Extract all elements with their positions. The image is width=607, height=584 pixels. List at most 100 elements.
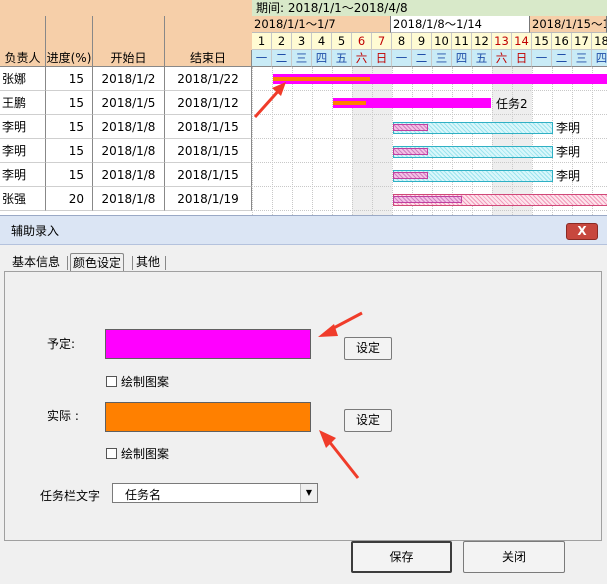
day-number: 17 bbox=[572, 33, 592, 50]
taskbar-text-label: 任务栏文字 bbox=[40, 489, 101, 503]
table-cell-owner[interactable]: 李明 bbox=[0, 139, 46, 163]
weekday: 三 bbox=[572, 50, 592, 67]
day-number: 16 bbox=[552, 33, 572, 50]
table-cell-owner[interactable]: 王鹏 bbox=[0, 91, 46, 115]
hdr-sep bbox=[164, 16, 165, 67]
tab-separator bbox=[165, 256, 166, 270]
col-progress: 进度(%) bbox=[46, 50, 93, 67]
actual-bar[interactable] bbox=[393, 148, 428, 155]
day-number: 7 bbox=[372, 33, 392, 50]
table-cell-progress[interactable]: 15 bbox=[46, 163, 93, 187]
header-corner bbox=[0, 0, 252, 16]
day-number: 13 bbox=[492, 33, 512, 50]
weekday: 三 bbox=[292, 50, 312, 67]
gantt-sheet: 期间: 2018/1/1～2018/4/8 2018/1/1～1/7 2018/… bbox=[0, 0, 607, 215]
table-cell-owner[interactable]: 李明 bbox=[0, 163, 46, 187]
weekday: 四 bbox=[592, 50, 607, 67]
bar-label: 李明 bbox=[556, 121, 581, 135]
table-cell-progress[interactable]: 15 bbox=[46, 91, 93, 115]
period-label: 期间: 2018/1/1～2018/4/8 bbox=[252, 0, 607, 16]
auxiliary-input-dialog: 辅助录入 X 基本信息 颜色设定 其他 予定: 设定 绘制图案 实际 : 设定 … bbox=[0, 215, 607, 584]
dialog-titlebar[interactable]: 辅助录入 X bbox=[0, 216, 607, 245]
header-left-block bbox=[0, 16, 252, 50]
row-line bbox=[252, 138, 607, 139]
table-cell-end[interactable]: 2018/1/15 bbox=[165, 115, 252, 139]
table-cell-start[interactable]: 2018/1/8 bbox=[93, 139, 165, 163]
table-cell-end[interactable]: 2018/1/12 bbox=[165, 91, 252, 115]
weekday: 一 bbox=[252, 50, 272, 67]
table-cell-end[interactable]: 2018/1/15 bbox=[165, 139, 252, 163]
close-button[interactable]: 关闭 bbox=[463, 541, 565, 573]
table-cell-end[interactable]: 2018/1/15 bbox=[165, 163, 252, 187]
annotation-arrow-icon bbox=[253, 82, 286, 119]
actual-bar[interactable] bbox=[333, 101, 366, 105]
taskbar-text-value: 任务名 bbox=[125, 488, 162, 502]
weekday: 六 bbox=[492, 50, 512, 67]
taskbar-text-select[interactable]: 任务名 ▼ bbox=[112, 483, 318, 503]
table-cell-end[interactable]: 2018/1/19 bbox=[165, 187, 252, 211]
table-cell-start[interactable]: 2018/1/5 bbox=[93, 91, 165, 115]
weekday: 日 bbox=[372, 50, 392, 67]
actual-color-swatch[interactable] bbox=[105, 402, 311, 432]
planned-color-swatch[interactable] bbox=[105, 329, 311, 359]
dialog-title: 辅助录入 bbox=[11, 224, 60, 238]
annotation-arrow-icon bbox=[319, 430, 360, 479]
day-number: 1 bbox=[252, 33, 272, 50]
close-icon[interactable]: X bbox=[566, 223, 598, 240]
weekday: 五 bbox=[332, 50, 352, 67]
col-end: 结束日 bbox=[165, 50, 252, 67]
planned-pattern-label: 绘制图案 bbox=[121, 375, 170, 389]
actual-pattern-checkbox[interactable] bbox=[106, 448, 117, 459]
day-number: 8 bbox=[392, 33, 412, 50]
day-number: 5 bbox=[332, 33, 352, 50]
actual-pattern-label: 绘制图案 bbox=[121, 447, 170, 461]
weekday: 六 bbox=[352, 50, 372, 67]
hdr-sep bbox=[92, 16, 93, 67]
tab-separator bbox=[67, 256, 68, 270]
table-cell-progress[interactable]: 15 bbox=[46, 67, 93, 91]
tab-separator bbox=[132, 256, 133, 270]
chevron-down-icon[interactable]: ▼ bbox=[300, 484, 317, 502]
bar-label: 任务2 bbox=[496, 97, 528, 111]
table-cell-progress[interactable]: 20 bbox=[46, 187, 93, 211]
table-cell-progress[interactable]: 15 bbox=[46, 115, 93, 139]
day-number: 14 bbox=[512, 33, 532, 50]
hdr-sep bbox=[45, 16, 46, 67]
row-line bbox=[252, 186, 607, 187]
bar-label: 李明 bbox=[556, 145, 581, 159]
tab-other[interactable]: 其他 bbox=[134, 253, 162, 271]
col-start: 开始日 bbox=[93, 50, 165, 67]
planned-label: 予定: bbox=[47, 337, 76, 351]
planned-pattern-checkbox[interactable] bbox=[106, 376, 117, 387]
day-number: 3 bbox=[292, 33, 312, 50]
weekday: 二 bbox=[272, 50, 292, 67]
day-number: 10 bbox=[432, 33, 452, 50]
table-cell-start[interactable]: 2018/1/8 bbox=[93, 163, 165, 187]
planned-set-button[interactable]: 设定 bbox=[344, 337, 392, 360]
table-cell-end[interactable]: 2018/1/22 bbox=[165, 67, 252, 91]
table-cell-progress[interactable]: 15 bbox=[46, 139, 93, 163]
table-cell-start[interactable]: 2018/1/8 bbox=[93, 187, 165, 211]
actual-bar[interactable] bbox=[393, 124, 428, 131]
weekday: 四 bbox=[452, 50, 472, 67]
day-number: 4 bbox=[312, 33, 332, 50]
table-cell-owner[interactable]: 李明 bbox=[0, 115, 46, 139]
col-owner: 负责人 bbox=[0, 50, 46, 67]
actual-bar[interactable] bbox=[393, 196, 462, 203]
day-number: 15 bbox=[532, 33, 552, 50]
actual-bar[interactable] bbox=[393, 172, 428, 179]
weekday: 四 bbox=[312, 50, 332, 67]
table-cell-owner[interactable]: 张娜 bbox=[0, 67, 46, 91]
week-1: 2018/1/1～1/7 bbox=[252, 16, 391, 33]
table-cell-owner[interactable]: 张强 bbox=[0, 187, 46, 211]
weekday: 五 bbox=[472, 50, 492, 67]
tab-color-settings[interactable]: 颜色设定 bbox=[70, 253, 125, 272]
day-number: 18 bbox=[592, 33, 607, 50]
table-cell-start[interactable]: 2018/1/2 bbox=[93, 67, 165, 91]
actual-label: 实际 : bbox=[47, 409, 79, 423]
save-button[interactable]: 保存 bbox=[351, 541, 452, 573]
day-number: 11 bbox=[452, 33, 472, 50]
table-cell-start[interactable]: 2018/1/8 bbox=[93, 115, 165, 139]
day-number: 2 bbox=[272, 33, 292, 50]
tab-basic-info[interactable]: 基本信息 bbox=[10, 253, 62, 271]
